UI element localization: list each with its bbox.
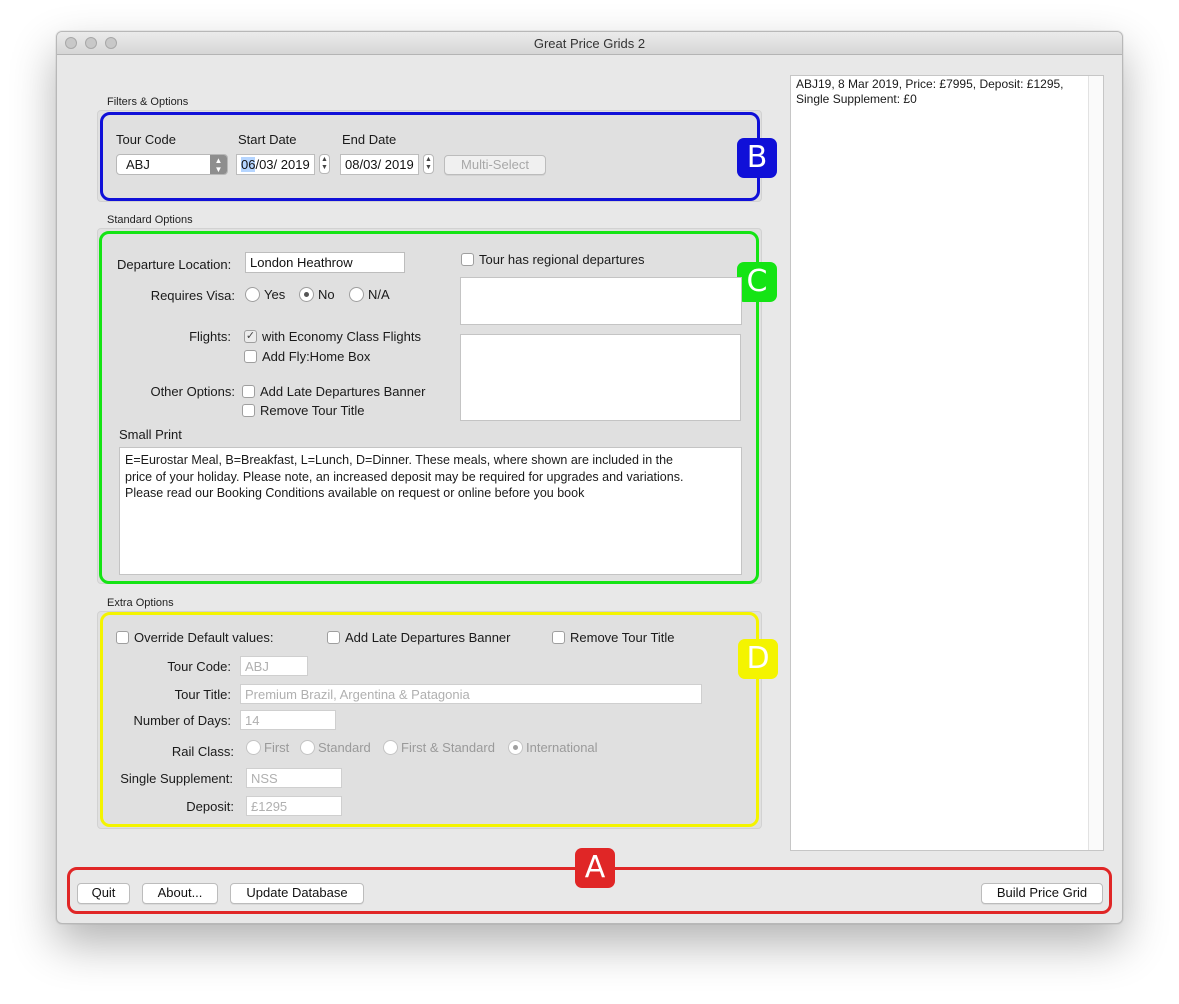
end-date-stepper[interactable]: ▲ ▼ bbox=[423, 154, 434, 174]
fly-home-box-label: Add Fly:Home Box bbox=[262, 349, 371, 364]
flights-label: Flights: bbox=[189, 329, 231, 344]
rail-class-label: Rail Class: bbox=[171, 744, 234, 759]
regional-departures-list[interactable] bbox=[460, 277, 742, 325]
economy-flights-label: with Economy Class Flights bbox=[262, 329, 421, 344]
visa-no-radio[interactable] bbox=[299, 287, 314, 302]
rail-standard-label: Standard bbox=[318, 740, 371, 755]
app-window: Great Price Grids 2 Filters & Options B … bbox=[56, 31, 1123, 924]
deposit-field[interactable]: £1295 bbox=[246, 796, 342, 816]
override-defaults-checkbox[interactable] bbox=[116, 631, 129, 644]
extra-late-departures-checkbox[interactable] bbox=[327, 631, 340, 644]
end-date-label: End Date bbox=[342, 132, 397, 147]
rail-international-radio[interactable] bbox=[508, 740, 523, 755]
regional-departures-label: Tour has regional departures bbox=[479, 252, 645, 267]
flights-notes-box[interactable] bbox=[460, 334, 741, 421]
deposit-label: Deposit: bbox=[186, 799, 234, 814]
about-button[interactable]: About... bbox=[142, 883, 218, 904]
rail-first-standard-label: First & Standard bbox=[401, 740, 495, 755]
departure-location-field[interactable]: London Heathrow bbox=[245, 252, 405, 273]
standard-section-label: Standard Options bbox=[107, 214, 193, 226]
badge-d: D bbox=[738, 639, 778, 679]
tour-code-popup-value: ABJ bbox=[126, 157, 150, 172]
extra-late-departures-label: Add Late Departures Banner bbox=[345, 630, 511, 645]
output-line: ABJ19, 8 Mar 2019, Price: £7995, Deposit… bbox=[796, 77, 1064, 91]
rail-first-radio[interactable] bbox=[246, 740, 261, 755]
rail-standard-radio[interactable] bbox=[300, 740, 315, 755]
badge-c: C bbox=[737, 262, 777, 302]
rail-first-standard-radio[interactable] bbox=[383, 740, 398, 755]
regional-departures-checkbox[interactable] bbox=[461, 253, 474, 266]
visa-yes-radio[interactable] bbox=[245, 287, 260, 302]
rail-first-label: First bbox=[264, 740, 290, 755]
small-print-line: Please read our Booking Conditions avail… bbox=[125, 486, 585, 500]
tour-code-label: Tour Code bbox=[116, 132, 176, 147]
small-print-line: E=Eurostar Meal, B=Breakfast, L=Lunch, D… bbox=[125, 453, 673, 467]
update-database-button[interactable]: Update Database bbox=[230, 883, 364, 904]
chevron-updown-icon: ▲ ▼ bbox=[210, 155, 227, 174]
extra-remove-title-checkbox[interactable] bbox=[552, 631, 565, 644]
quit-button[interactable]: Quit bbox=[77, 883, 130, 904]
build-price-grid-button[interactable]: Build Price Grid bbox=[981, 883, 1103, 904]
single-supplement-field[interactable]: NSS bbox=[246, 768, 342, 788]
extra-section-label: Extra Options bbox=[107, 597, 174, 609]
requires-visa-label: Requires Visa: bbox=[150, 288, 235, 303]
economy-flights-checkbox[interactable]: ✓ bbox=[244, 330, 257, 343]
small-print-line: price of your holiday. Please note, an i… bbox=[125, 469, 684, 484]
departure-location-label: Departure Location: bbox=[117, 257, 232, 272]
tour-code-popup[interactable]: ABJ ▲ ▼ bbox=[116, 154, 228, 175]
badge-a: A bbox=[575, 848, 615, 888]
remove-title-checkbox[interactable] bbox=[242, 404, 255, 417]
late-departures-checkbox[interactable] bbox=[242, 385, 255, 398]
visa-yes-label: Yes bbox=[264, 287, 286, 302]
visa-na-radio[interactable] bbox=[349, 287, 364, 302]
extra-tour-code-label: Tour Code: bbox=[167, 659, 231, 674]
start-date-field[interactable]: 06/03/ 2019 bbox=[236, 154, 315, 175]
window-title: Great Price Grids 2 bbox=[533, 36, 646, 51]
visa-no-label: No bbox=[318, 287, 335, 302]
output-scrollbar[interactable] bbox=[1088, 76, 1103, 850]
small-print-label: Small Print bbox=[119, 427, 182, 442]
filters-section-label: Filters & Options bbox=[107, 96, 189, 108]
output-text-view[interactable]: ABJ19, 8 Mar 2019, Price: £7995, Deposit… bbox=[790, 75, 1104, 851]
end-date-field[interactable]: 08/03/ 2019 bbox=[340, 154, 419, 175]
start-date-label: Start Date bbox=[238, 132, 297, 147]
extra-days-label: Number of Days: bbox=[133, 713, 231, 728]
fly-home-box-checkbox[interactable] bbox=[244, 350, 257, 363]
small-print-textarea[interactable]: E=Eurostar Meal, B=Breakfast, L=Lunch, D… bbox=[119, 447, 742, 575]
extra-tour-code-field[interactable]: ABJ bbox=[240, 656, 308, 676]
remove-title-label: Remove Tour Title bbox=[260, 403, 365, 418]
other-options-label: Other Options: bbox=[150, 384, 235, 399]
extra-remove-title-label: Remove Tour Title bbox=[570, 630, 675, 645]
output-line: Single Supplement: £0 bbox=[796, 92, 917, 106]
single-supplement-label: Single Supplement: bbox=[120, 771, 233, 786]
badge-b: B bbox=[737, 138, 777, 178]
override-defaults-label: Override Default values: bbox=[134, 630, 274, 645]
start-date-day-selected: 06 bbox=[241, 157, 256, 172]
visa-na-label: N/A bbox=[368, 287, 390, 302]
rail-international-label: International bbox=[526, 740, 598, 755]
late-departures-label: Add Late Departures Banner bbox=[260, 384, 426, 399]
extra-tour-title-label: Tour Title: bbox=[174, 687, 231, 702]
title-bar: Great Price Grids 2 bbox=[57, 32, 1122, 55]
extra-tour-title-field[interactable]: Premium Brazil, Argentina & Patagonia bbox=[240, 684, 702, 704]
extra-days-field[interactable]: 14 bbox=[240, 710, 336, 730]
multi-select-button[interactable]: Multi-Select bbox=[444, 155, 546, 175]
start-date-rest: /03/ 2019 bbox=[255, 157, 310, 172]
start-date-stepper[interactable]: ▲ ▼ bbox=[319, 154, 330, 174]
